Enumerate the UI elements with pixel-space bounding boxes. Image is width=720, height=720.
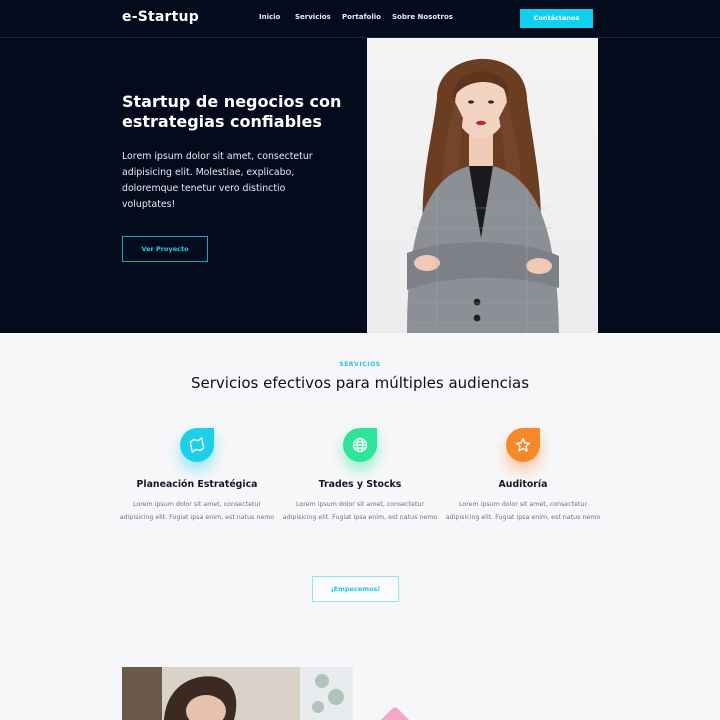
globe-icon: [343, 428, 377, 462]
services-title: Servicios efectivos para múltiples audie…: [190, 374, 530, 392]
services-eyebrow: SERVICIOS: [339, 361, 381, 368]
hero-title: Startup de negocios con estrategias conf…: [122, 92, 342, 131]
woman-portrait-image: [407, 58, 559, 333]
nav-link-servicios[interactable]: Servicios: [295, 13, 331, 21]
service-name: Planeación Estratégica: [136, 479, 258, 490]
nav-link-portafolio[interactable]: Portafolio: [342, 13, 381, 21]
logo[interactable]: e-Startup: [122, 9, 199, 25]
about-photo: [122, 667, 353, 720]
hero-description: Lorem ipsum dolor sit amet, consectetur …: [122, 151, 313, 210]
star-icon: [506, 428, 540, 462]
service-name: Auditoría: [498, 479, 548, 490]
man-portrait-image: [122, 667, 353, 720]
service-card-planeacion: Planeación Estratégica Lorem ipsum dolor…: [117, 428, 277, 524]
service-description: Lorem ipsum dolor sit amet, consectetur …: [282, 501, 438, 521]
view-project-button[interactable]: Ver Proyecto: [122, 236, 208, 262]
contact-button[interactable]: Contáctanos: [520, 9, 593, 28]
service-card-auditoria: Auditoría Lorem ipsum dolor sit amet, co…: [443, 428, 603, 524]
top-nav: e-Startup Inicio Servicios Portafolio So…: [0, 0, 720, 38]
service-card-trades: Trades y Stocks Lorem ipsum dolor sit am…: [280, 428, 440, 524]
nav-link-inicio[interactable]: Inicio: [259, 13, 280, 21]
service-name: Trades y Stocks: [318, 479, 402, 490]
hero-section: e-Startup Inicio Servicios Portafolio So…: [0, 0, 720, 333]
service-description: Lorem ipsum dolor sit amet, consectetur …: [445, 501, 601, 521]
decorative-shape: [373, 705, 417, 720]
get-started-button[interactable]: ¡Empecemos!: [312, 576, 399, 602]
service-description: Lorem ipsum dolor sit amet, consectetur …: [119, 501, 275, 521]
hero-photo: [367, 38, 598, 333]
map-icon: [180, 428, 214, 462]
nav-link-sobre-nosotros[interactable]: Sobre Nosotros: [392, 13, 453, 21]
